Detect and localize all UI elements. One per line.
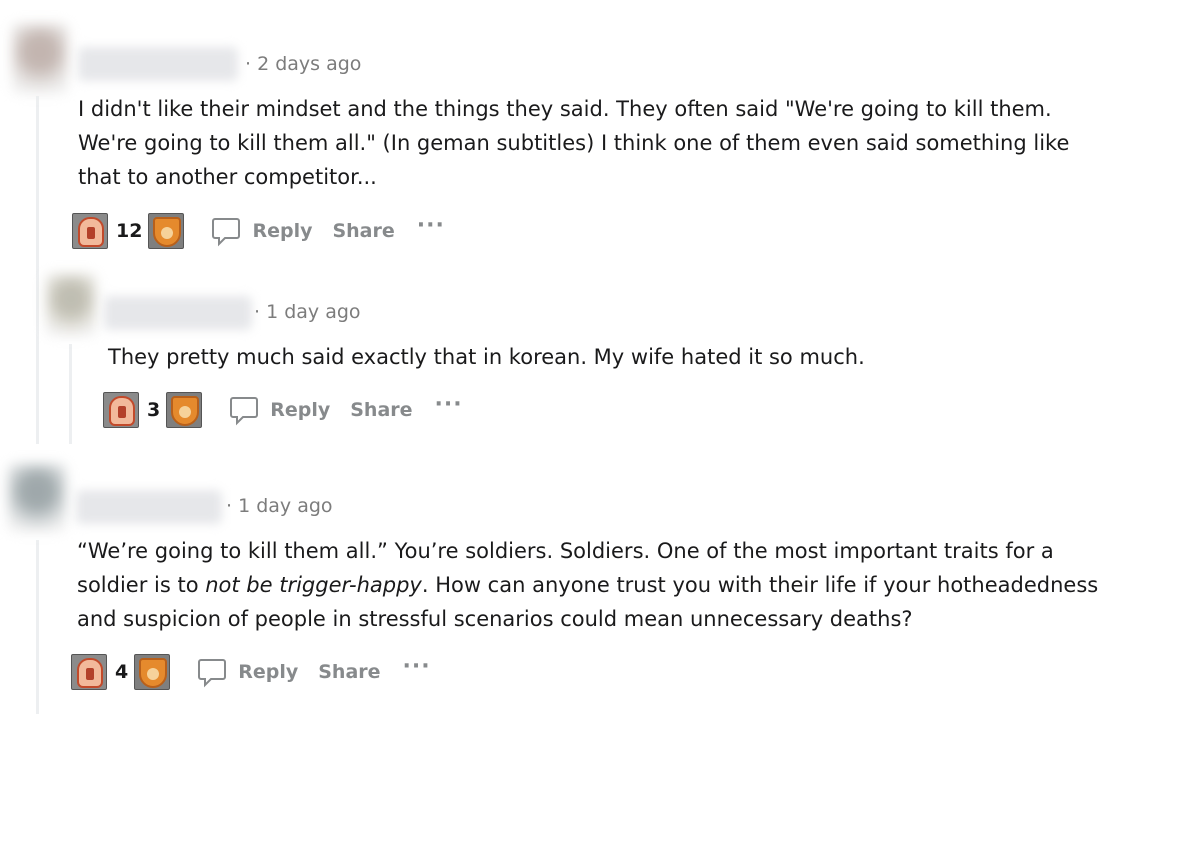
vote-count: 3	[147, 399, 161, 421]
share-button[interactable]: Share	[318, 661, 380, 683]
share-button[interactable]: Share	[350, 399, 412, 421]
comment-actions: 12 Reply Share ···	[72, 211, 445, 251]
share-button[interactable]: Share	[332, 220, 394, 242]
more-options-icon[interactable]: ···	[435, 394, 463, 416]
avatar[interactable]	[12, 24, 68, 94]
avatar[interactable]	[46, 274, 96, 336]
comment-body: “We’re going to kill them all.” You’re s…	[77, 534, 1098, 636]
award-badge-icon[interactable]	[71, 654, 107, 690]
thread-line-reply-1[interactable]	[69, 344, 72, 444]
more-options-icon[interactable]: ···	[417, 215, 445, 237]
thread-line-comment-2[interactable]	[36, 540, 39, 714]
thread-line-comment-1[interactable]	[36, 96, 39, 444]
award-shield-icon[interactable]	[148, 213, 185, 249]
reply-button[interactable]: Reply	[210, 215, 312, 247]
reply-button[interactable]: Reply	[196, 656, 298, 688]
comment-body-line: We're going to kill them all." (In geman…	[78, 131, 1070, 155]
emphasized-text: not be trigger-happy	[205, 573, 422, 597]
comment-timestamp: · 1 day ago	[254, 301, 361, 323]
body-text-segment: . How can anyone trust you with their li…	[421, 573, 1099, 597]
comment-bubble-icon	[230, 397, 259, 426]
award-badge-icon[interactable]	[103, 392, 139, 428]
username-redacted[interactable]	[76, 490, 222, 524]
body-text-segment: soldier is to	[77, 573, 206, 597]
comment-body-line: that to another competitor...	[78, 165, 377, 189]
comment-body-line: soldier is to not be trigger-happy. How …	[77, 568, 1098, 602]
award-shield-icon[interactable]	[166, 392, 203, 428]
comment-bubble-icon	[212, 218, 241, 247]
comment-timestamp: · 2 days ago	[245, 53, 362, 75]
vote-count: 12	[116, 220, 143, 242]
award-shield-icon[interactable]	[134, 654, 171, 690]
vote-count: 4	[115, 661, 129, 683]
comment-body: I didn't like their mindset and the thin…	[78, 92, 1069, 194]
username-redacted[interactable]	[78, 47, 238, 81]
comment-bubble-icon	[198, 659, 227, 688]
reply-label: Reply	[238, 661, 299, 683]
reply-label: Reply	[252, 220, 313, 242]
comment-body-line: “We’re going to kill them all.” You’re s…	[77, 539, 1054, 563]
comment-body: They pretty much said exactly that in ko…	[108, 340, 865, 374]
comment-body-line: I didn't like their mindset and the thin…	[78, 97, 1052, 121]
reply-label: Reply	[270, 399, 331, 421]
comment-body-line: They pretty much said exactly that in ko…	[108, 345, 865, 369]
award-badge-icon[interactable]	[72, 213, 108, 249]
comment-actions: 3 Reply Share ···	[103, 390, 463, 430]
reply-button[interactable]: Reply	[228, 394, 330, 426]
username-redacted[interactable]	[104, 296, 252, 330]
more-options-icon[interactable]: ···	[403, 656, 431, 678]
comment-timestamp: · 1 day ago	[226, 495, 333, 517]
avatar[interactable]	[8, 464, 66, 532]
comment-body-line: and suspicion of people in stressful sce…	[77, 607, 913, 631]
comment-actions: 4 Reply Share ···	[71, 652, 431, 692]
